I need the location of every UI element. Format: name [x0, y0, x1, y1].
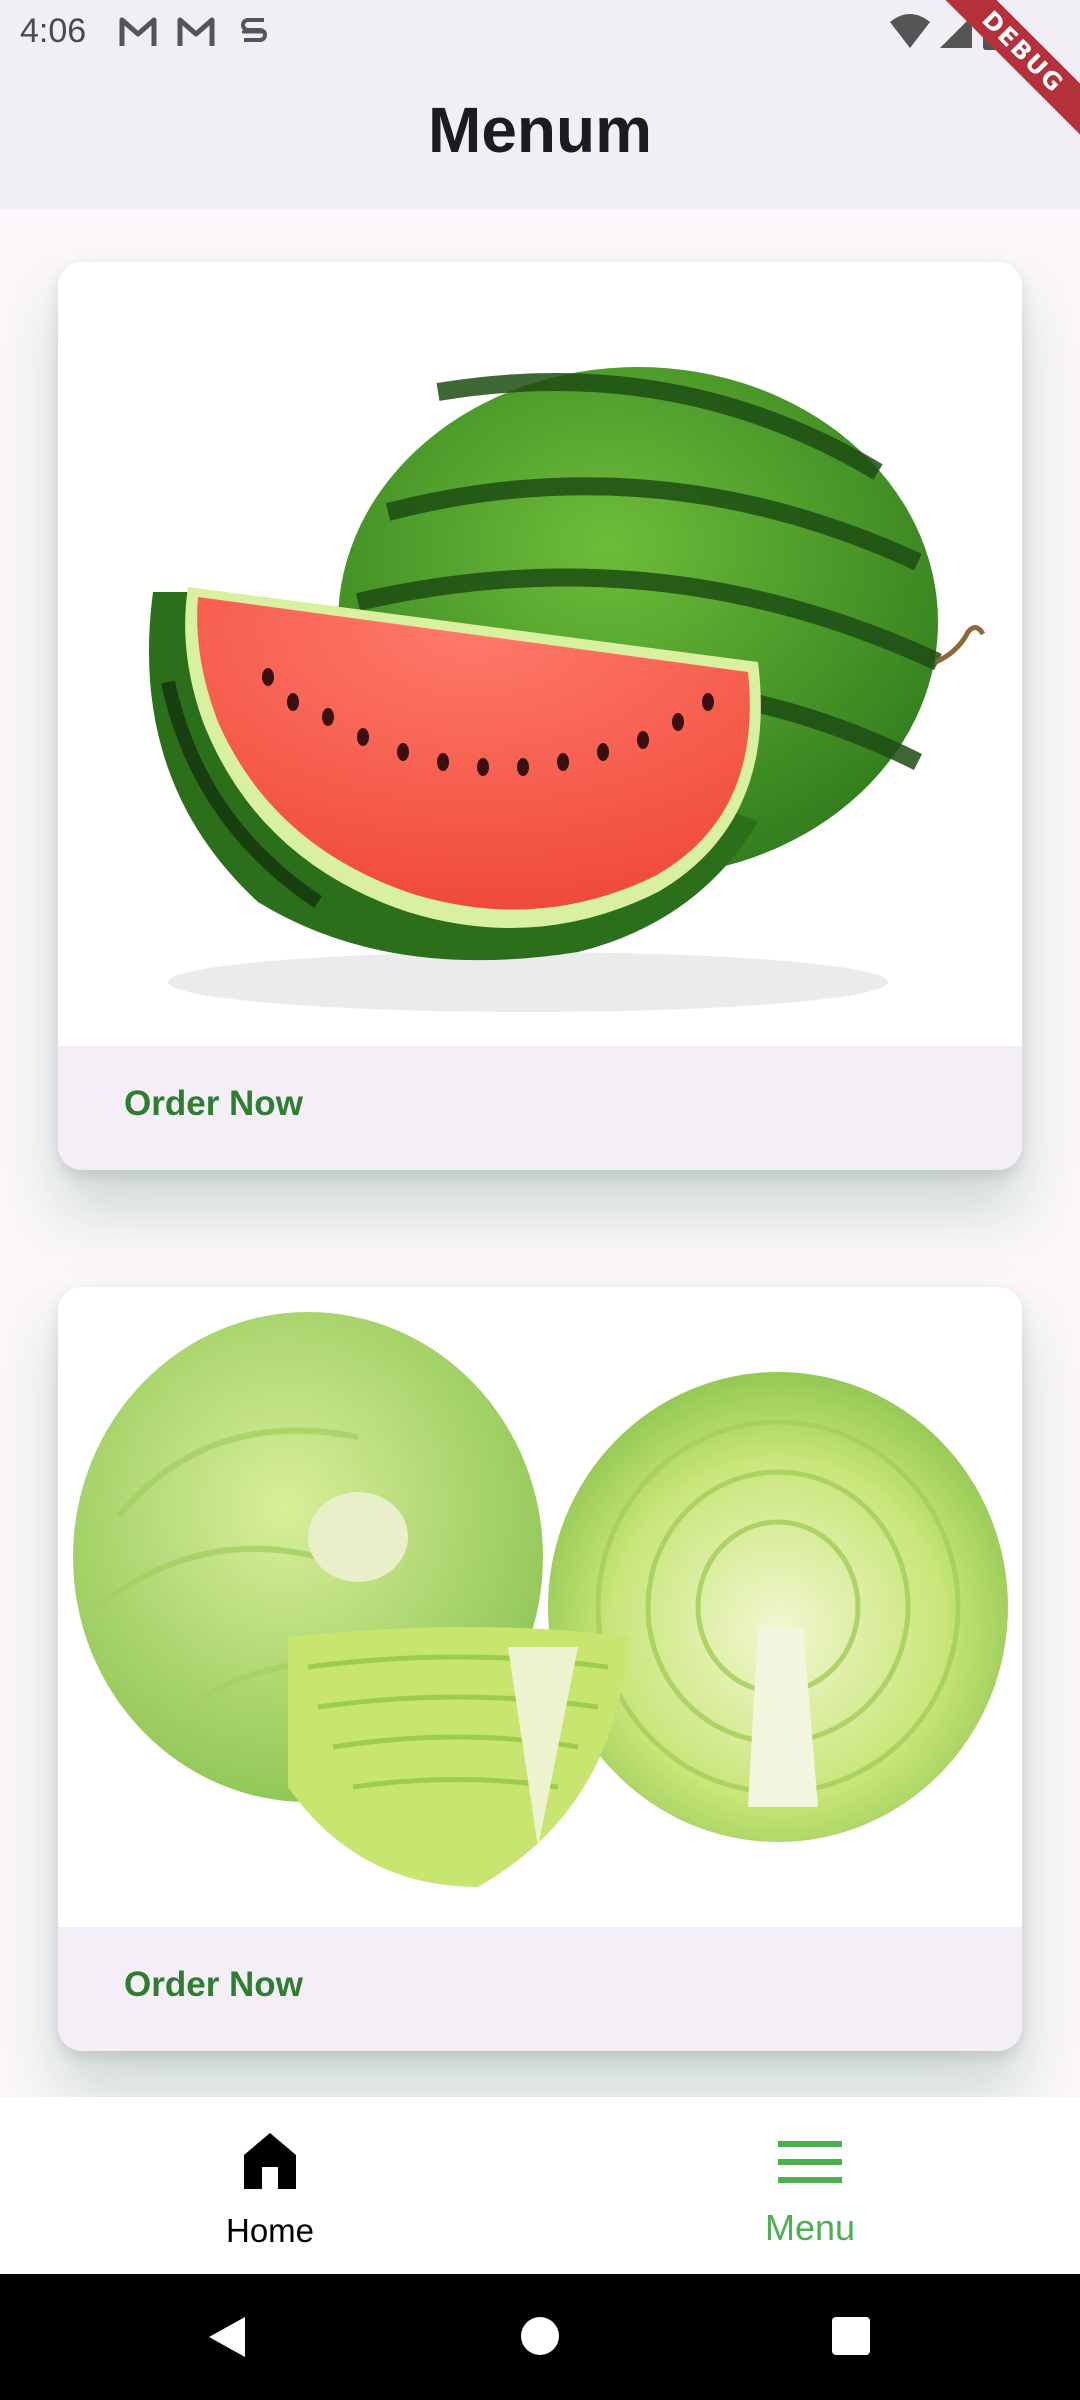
watermelon-image — [58, 262, 1022, 1046]
app-bar: Menum — [0, 63, 1080, 209]
nav-label-home: Home — [225, 2212, 315, 2249]
debug-banner: DEBUG — [940, 0, 1080, 140]
nav-item-menu[interactable]: Menu — [540, 2097, 1080, 2274]
product-card[interactable]: Order Now — [58, 1287, 1022, 2051]
wifi-icon — [890, 14, 930, 48]
menu-list[interactable]: Order Now Order Now — [0, 209, 1080, 2097]
debug-banner-label: DEBUG — [940, 0, 1080, 140]
gmail-icon — [177, 17, 215, 46]
card-footer: Order Now — [58, 1046, 1022, 1170]
status-bar: 4:06 — [0, 0, 1080, 63]
card-footer: Order Now — [58, 1927, 1022, 2051]
bottom-navigation: Home Menu — [0, 2097, 1080, 2274]
system-navigation-bar — [0, 2274, 1080, 2400]
back-icon[interactable] — [205, 2314, 249, 2360]
nav-label-menu: Menu — [764, 2207, 856, 2248]
home-button-icon[interactable] — [520, 2314, 560, 2358]
gmail-icon — [119, 17, 157, 46]
order-now-button[interactable]: Order Now — [124, 1084, 303, 1124]
recents-icon[interactable] — [830, 2314, 872, 2358]
product-card[interactable]: Order Now — [58, 262, 1022, 1170]
menu-icon — [778, 2141, 842, 2183]
status-time: 4:06 — [20, 12, 87, 50]
home-icon — [244, 2133, 296, 2189]
order-now-button[interactable]: Order Now — [124, 1965, 303, 2005]
nav-item-home[interactable]: Home — [0, 2097, 540, 2274]
app-notification-icon — [241, 18, 267, 42]
cabbage-image — [58, 1287, 1022, 1927]
page-title: Menum — [428, 94, 652, 166]
